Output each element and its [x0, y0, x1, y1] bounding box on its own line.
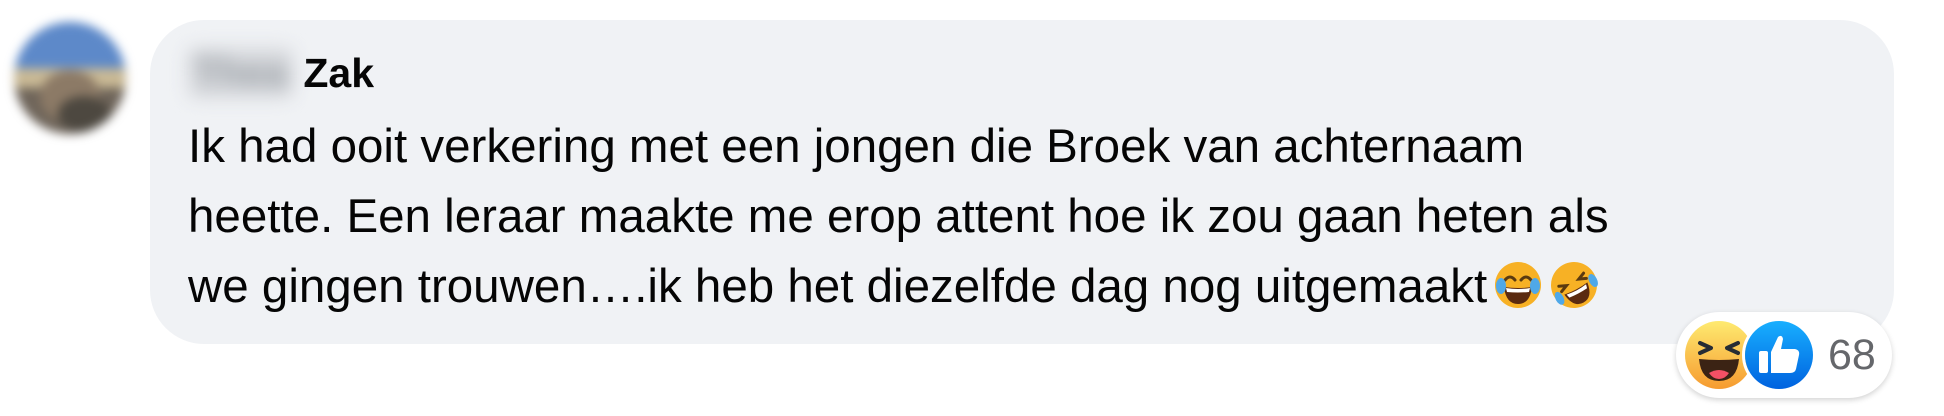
like-reaction-icon: [1742, 318, 1816, 392]
rofl-emoji-icon: [1549, 260, 1599, 310]
comment-author[interactable]: Thea Zak: [188, 48, 374, 98]
comment-bubble: Thea Zak Ik had ooit verkering met een j…: [150, 20, 1894, 344]
comment-text-line: Ik had ooit verkering met een jongen die…: [188, 120, 1525, 173]
author-last-name[interactable]: Zak: [303, 48, 374, 98]
avatar[interactable]: [14, 22, 126, 134]
joy-emoji-icon: [1493, 260, 1543, 310]
comment-text: Ik had ooit verkering met een jongen die…: [188, 112, 1868, 322]
reaction-count[interactable]: 68: [1828, 312, 1876, 398]
comment-text-line: we gingen trouwen….ik heb het diezelfde …: [188, 252, 1868, 322]
comment-row: Thea Zak Ik had ooit verkering met een j…: [0, 0, 1944, 416]
comment-text-line-content: we gingen trouwen….ik heb het diezelfde …: [188, 260, 1488, 313]
reactions-summary[interactable]: 68: [1676, 312, 1892, 398]
comment-text-line: heette. Een leraar maakte me erop attent…: [188, 190, 1609, 243]
author-first-name-redacted[interactable]: Thea: [188, 48, 294, 98]
